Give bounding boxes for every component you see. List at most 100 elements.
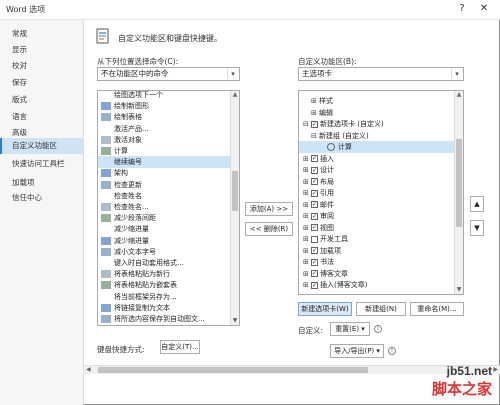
import-export-button[interactable]: 导入/导出(P) ▾ xyxy=(330,344,384,358)
add-button[interactable]: 添加(A) >> xyxy=(245,202,293,216)
checkbox[interactable]: ✓ xyxy=(311,212,318,220)
ribbon-tree-item[interactable]: ⊞ ✓ 引用 xyxy=(299,187,455,199)
keyboard-customize-button[interactable]: 自定义(T)... xyxy=(160,340,200,354)
checkbox[interactable]: ✓ xyxy=(311,178,318,185)
checkbox[interactable] xyxy=(311,235,318,243)
collapse-icon[interactable]: ⊟ xyxy=(311,130,318,142)
command-list-item[interactable]: 减少段落间距 xyxy=(98,212,231,224)
scroll-up-icon[interactable]: ▲ xyxy=(455,91,463,99)
expand-icon[interactable]: ⊞ xyxy=(303,176,310,188)
sidebar-item-layout[interactable]: 版式 xyxy=(0,92,84,108)
command-list-item[interactable]: 激活产品... xyxy=(98,123,231,135)
scroll-left-icon[interactable]: ◀ xyxy=(86,366,91,373)
command-list-item[interactable]: 架构 xyxy=(98,167,231,179)
close-button[interactable]: ✕ xyxy=(476,2,492,16)
command-list-item[interactable]: 继续编号 xyxy=(98,156,231,169)
checkbox[interactable]: ✓ xyxy=(311,270,318,277)
ribbon-tree-item[interactable]: ⊞ ✓ 布局 xyxy=(299,176,455,188)
checkbox[interactable]: ✓ xyxy=(311,247,318,254)
expand-icon[interactable]: ⊞ xyxy=(303,199,310,211)
scroll-thumb[interactable] xyxy=(98,367,368,373)
expand-icon[interactable]: ⊞ xyxy=(303,187,310,199)
scroll-down-icon[interactable]: ▼ xyxy=(231,317,239,325)
command-list-item[interactable]: 激活对象 xyxy=(98,134,231,146)
sidebar-item-add-ins[interactable]: 加载项 xyxy=(0,175,84,191)
ribbon-tree-item[interactable]: ⊞ ✓ 加载项 xyxy=(299,245,455,257)
ribbon-tree-item[interactable]: ⊞ ✓ 邮件 xyxy=(299,199,455,211)
checkbox[interactable]: ✓ xyxy=(311,189,318,197)
expand-icon[interactable]: ⊞ xyxy=(311,95,318,107)
move-up-button[interactable]: ▲ xyxy=(470,196,484,212)
command-list-item[interactable]: 将表格粘贴为嵌套表 xyxy=(98,279,231,291)
checkbox[interactable]: ✓ xyxy=(311,281,318,289)
command-list-item[interactable]: 减少缩进量 xyxy=(98,223,231,235)
command-list-item[interactable]: 减小文本字号 xyxy=(98,246,231,258)
help-button[interactable]: ? xyxy=(454,2,470,16)
sidebar-item-save[interactable]: 保存 xyxy=(0,75,84,91)
ribbon-tree-item[interactable]: ⊞ ✓ 书法 xyxy=(299,256,455,268)
collapse-icon[interactable]: ⊟ xyxy=(303,118,310,130)
checkbox[interactable]: ✓ xyxy=(311,155,318,162)
reset-button[interactable]: 重置(E) ▾ xyxy=(330,322,370,336)
expand-icon[interactable]: ⊞ xyxy=(303,222,310,234)
new-group-button[interactable]: 新建组(N) xyxy=(356,302,406,316)
command-list-item[interactable]: 检查姓名 xyxy=(98,190,231,202)
remove-button[interactable]: << 删除(R) xyxy=(245,222,293,236)
command-list-item[interactable]: 键入时自动套用格式... xyxy=(98,257,231,269)
scroll-down-icon[interactable]: ▼ xyxy=(455,286,463,294)
scroll-up-icon[interactable]: ▲ xyxy=(231,91,239,99)
checkbox[interactable]: ✓ xyxy=(311,224,318,231)
command-list-item[interactable]: 计算 xyxy=(98,145,231,157)
expand-icon[interactable]: ⊞ xyxy=(303,268,310,280)
sidebar-item-language[interactable]: 语言 xyxy=(0,109,84,125)
command-list-item[interactable]: 将链接复制为文本 xyxy=(98,302,231,314)
scroll-thumb[interactable] xyxy=(232,171,238,211)
scroll-thumb[interactable] xyxy=(456,139,462,227)
command-list-item[interactable]: 检查更新 xyxy=(98,179,231,191)
ribbon-tree-item[interactable]: ⊞ ✓ 插入 xyxy=(299,153,455,165)
checkbox[interactable]: ✓ xyxy=(311,120,318,128)
expand-icon[interactable]: ⊞ xyxy=(311,107,318,119)
sidebar-item-general[interactable]: 常规 xyxy=(0,26,84,42)
commands-list[interactable]: 绘图选项下一个 绘制新图形 绘制表格 激活产品... 激活对象 计算 继续编号 架构 检查更新检… xyxy=(97,90,240,326)
checkbox[interactable]: ✓ xyxy=(311,166,318,174)
sidebar-item-customize-ribbon[interactable]: 自定义功能区 xyxy=(0,138,84,154)
expand-icon[interactable]: ⊞ xyxy=(303,210,310,222)
expand-icon[interactable]: ⊞ xyxy=(303,164,310,176)
customize-ribbon-dropdown[interactable]: 主选项卡 ▾ xyxy=(298,67,464,81)
ribbon-tree-item[interactable]: ⊞ ✓ 审阅 xyxy=(299,210,455,222)
ribbon-tree-item[interactable]: ⊟ ✓ 新建选项卡 (自定义) xyxy=(299,118,455,130)
rename-button[interactable]: 重命名(M)... xyxy=(410,302,464,316)
command-list-item[interactable]: 检查姓名... xyxy=(98,201,231,213)
command-list-item[interactable]: 绘制表格 xyxy=(98,111,231,123)
sidebar-item-trust-center[interactable]: 信任中心 xyxy=(0,190,84,206)
expand-icon[interactable]: ⊞ xyxy=(303,279,310,291)
command-list-item[interactable]: 将所选内容保存到自动图文... xyxy=(98,313,231,325)
expand-icon[interactable]: ⊞ xyxy=(303,233,310,245)
sidebar-item-display[interactable]: 显示 xyxy=(0,42,84,58)
ribbon-tree-item[interactable]: ⊞ ✓ 博客文章 xyxy=(299,268,455,280)
ribbon-tree-item[interactable]: ⊞ 样式 xyxy=(299,95,455,107)
command-list-item[interactable]: 减少缩进量 xyxy=(98,235,231,247)
expand-icon[interactable]: ⊞ xyxy=(303,245,310,257)
ribbon-tree-item[interactable]: ⊞ ✓ 视图 xyxy=(299,222,455,234)
new-tab-button[interactable]: 新建选项卡(W) xyxy=(298,302,352,316)
expand-icon[interactable]: ⊞ xyxy=(303,153,310,165)
scroll-right-icon[interactable]: ▶ xyxy=(493,366,498,373)
ribbon-tree-item[interactable]: ⊞ ✓ 插入(博客文章) xyxy=(299,279,455,291)
move-down-button[interactable]: ▼ xyxy=(470,220,484,236)
ribbon-tree-item[interactable]: ⊞ 编辑 xyxy=(299,107,455,119)
tree-scrollbar[interactable]: ▲ ▼ xyxy=(454,91,463,294)
command-list-item[interactable]: 将当前框架另存为... xyxy=(98,291,231,303)
sidebar-item-quick-access-toolbar[interactable]: 快速访问工具栏 xyxy=(0,156,84,172)
expand-icon[interactable]: ⊞ xyxy=(303,256,310,268)
ribbon-tree-item[interactable]: ⊟ 新建组 (自定义) xyxy=(299,130,455,142)
choose-commands-dropdown[interactable]: 不在功能区中的命令 ▾ xyxy=(97,67,240,81)
command-list-item[interactable]: 将表格粘贴为新行 xyxy=(98,268,231,280)
checkbox[interactable]: ✓ xyxy=(311,258,318,266)
ribbon-tree-item[interactable]: 计算 xyxy=(299,141,455,153)
commands-scrollbar[interactable]: ▲ ▼ xyxy=(230,91,239,325)
ribbon-tree[interactable]: ⊞ 样式 ⊞ 编辑 ⊟ ✓ 新建选项卡 (自定义) ⊟ 新建组 (自定义) 计算 ⊞ ✓ 插入 ⊞ ✓ 设计 ⊞… xyxy=(298,90,464,295)
command-list-item[interactable]: 绘制新图形 xyxy=(98,100,231,112)
ribbon-tree-item[interactable]: ⊞ 开发工具 xyxy=(299,233,455,245)
